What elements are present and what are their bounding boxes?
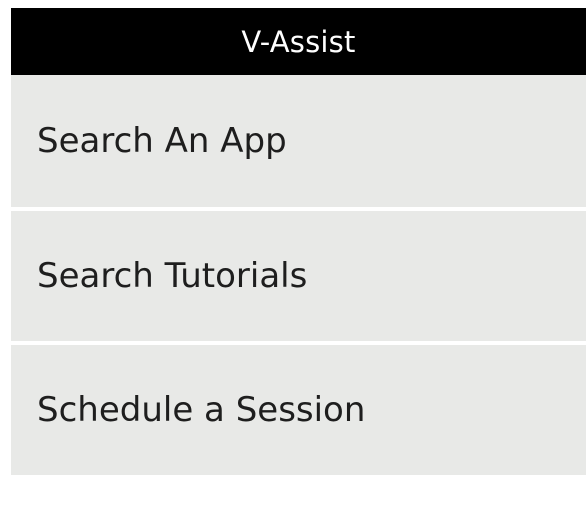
menu-item-search-an-app[interactable]: Search An App [11,75,586,207]
menu-item-schedule-a-session[interactable]: Schedule a Session [11,345,586,475]
menu-item-label: Search An App [37,121,287,161]
menu-item-search-tutorials[interactable]: Search Tutorials [11,211,586,341]
menu-item-label: Search Tutorials [37,256,308,296]
menu-list: Search An App Search Tutorials Schedule … [11,75,586,475]
menu-item-label: Schedule a Session [37,390,366,430]
app-title: V-Assist [241,24,356,59]
title-bar: V-Assist [11,8,586,75]
app-container: V-Assist Search An App Search Tutorials … [11,8,586,475]
